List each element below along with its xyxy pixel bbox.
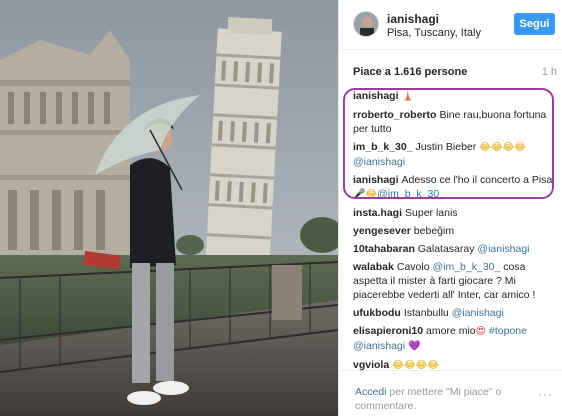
comment-item: ufukbodu Istanbullu @ianishagi: [353, 306, 557, 320]
mention-link[interactable]: @ianishagi: [353, 340, 405, 352]
mention-link[interactable]: @ianishagi: [477, 243, 529, 255]
follow-button[interactable]: Segui: [514, 13, 555, 35]
comment-username[interactable]: ufukbodu: [353, 307, 401, 319]
comment-username[interactable]: yengesever: [353, 225, 411, 237]
hashtag-link[interactable]: #topone: [489, 325, 527, 337]
avatar[interactable]: [353, 11, 379, 37]
comment-item: insta.hagi Super lanis: [353, 206, 557, 220]
mention-link[interactable]: @ianishagi: [452, 307, 504, 319]
comment-item: yengesever bebeğim: [353, 224, 557, 238]
comment-item: walabak Cavolo @im_b_k_30_ cosa aspetta i…: [353, 260, 557, 302]
comment-username[interactable]: 10tahabaran: [353, 243, 415, 255]
emoji-icon: 💜: [408, 341, 421, 352]
likes-count[interactable]: Piace a 1.616 persone: [353, 66, 467, 78]
comment-item: elisapieroni10 amore mio😍 #topone @ianish…: [353, 324, 557, 354]
post-sidebar: ianishagi Pisa, Tuscany, Italy Segui Pia…: [338, 0, 562, 416]
login-link[interactable]: Accedi: [355, 386, 387, 398]
more-options-icon[interactable]: ···: [538, 387, 553, 401]
comment-item: 10tahabaran Galatasaray @ianishagi: [353, 242, 557, 256]
post-header: ianishagi Pisa, Tuscany, Italy Segui: [339, 0, 562, 50]
comment-text: Super lanis: [405, 207, 458, 219]
post-location[interactable]: Pisa, Tuscany, Italy: [387, 27, 481, 39]
highlight-annotation: [343, 88, 554, 199]
comment-text: amore mio: [426, 325, 476, 337]
post-username[interactable]: ianishagi: [387, 12, 439, 26]
mention-link[interactable]: @im_b_k_30_: [432, 261, 500, 273]
pisa-tower-photo: [0, 0, 338, 416]
comment-username[interactable]: elisapieroni10: [353, 325, 423, 337]
login-prompt: Accedi per mettere "Mi piace" o commenta…: [355, 385, 515, 413]
avatar-image: [354, 12, 378, 36]
likes-row: Piace a 1.616 persone 1 h: [353, 66, 557, 80]
comment-username[interactable]: walabak: [353, 261, 394, 273]
emoji-icon: 😍: [475, 326, 487, 337]
post-time: 1 h: [541, 66, 557, 78]
post-photo[interactable]: [0, 0, 338, 416]
comment-username[interactable]: insta.hagi: [353, 207, 402, 219]
comment-text: Istanbullu: [403, 307, 452, 319]
comment-text: Galatasaray: [417, 243, 478, 255]
comment-text: bebeğim: [413, 225, 455, 237]
comment-text: Cavolo: [396, 261, 433, 273]
comment-footer: Accedi per mettere "Mi piace" o commenta…: [339, 370, 562, 416]
